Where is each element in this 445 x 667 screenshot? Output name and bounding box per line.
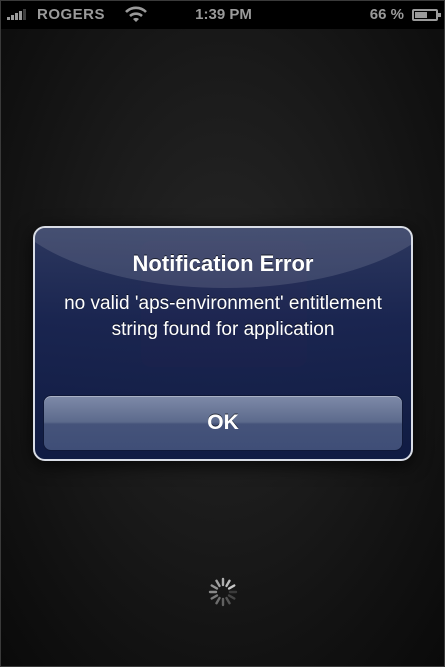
- loading-spinner-icon: [208, 577, 238, 607]
- battery-fill: [415, 12, 427, 18]
- battery-percent: 66 %: [369, 6, 404, 23]
- spinner-spoke: [225, 579, 231, 588]
- ok-button[interactable]: OK: [43, 395, 403, 451]
- spinner-spoke: [227, 584, 236, 590]
- notification-error-alert: Notification Error no valid 'aps-environ…: [33, 226, 413, 461]
- phone-screen: ROGERS 1:39 PM 66 % Notification Error n…: [0, 0, 445, 667]
- spinner-spoke: [227, 594, 236, 600]
- alert-title: Notification Error: [132, 251, 314, 276]
- spinner-spoke: [225, 596, 231, 605]
- spinner-spoke: [215, 596, 221, 605]
- battery-icon: [412, 9, 441, 21]
- status-bar: ROGERS 1:39 PM 66 %: [1, 1, 444, 29]
- spinner-spoke: [215, 579, 221, 588]
- alert-message: no valid 'aps-environment' entitlement s…: [64, 293, 382, 340]
- spinner-spoke: [210, 584, 219, 590]
- spinner-spoke: [210, 594, 219, 600]
